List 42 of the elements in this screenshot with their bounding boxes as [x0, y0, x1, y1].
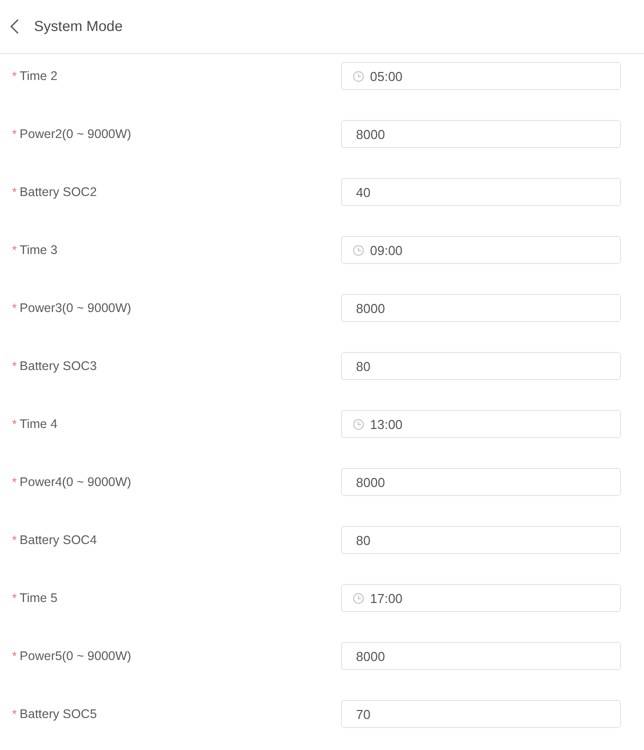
field-label: Time 4	[20, 417, 58, 431]
field-label: Battery SOC2	[20, 185, 97, 199]
field-label: Battery SOC3	[20, 359, 97, 373]
time-input-field[interactable]: 17:00	[341, 584, 621, 612]
field-label: Time 3	[20, 243, 58, 257]
time-input-field[interactable]: 13:00	[341, 410, 621, 438]
required-mark: *	[12, 708, 17, 720]
required-mark: *	[12, 418, 17, 430]
required-mark: *	[12, 302, 17, 314]
number-input-field[interactable]: 8000	[341, 120, 621, 148]
number-input-field[interactable]: 80	[341, 526, 621, 554]
clock-icon	[353, 244, 364, 256]
field-label: Time 2	[20, 69, 58, 83]
required-mark: *	[12, 70, 17, 82]
number-input-field[interactable]: 80	[341, 352, 621, 380]
field-label: Power5(0 ~ 9000W)	[20, 649, 132, 663]
clock-icon	[353, 418, 364, 430]
time-input-field[interactable]: 09:00	[341, 236, 621, 264]
number-input-field[interactable]: 70	[341, 700, 621, 728]
required-mark: *	[12, 476, 17, 488]
time-input-field[interactable]: 05:00	[341, 62, 621, 90]
field-label: Power4(0 ~ 9000W)	[20, 475, 132, 489]
number-input-field[interactable]: 8000	[341, 468, 621, 496]
number-input-field[interactable]: 8000	[341, 294, 621, 322]
field-label: Power2(0 ~ 9000W)	[20, 127, 132, 141]
clock-icon	[353, 70, 364, 82]
required-mark: *	[12, 128, 17, 140]
required-mark: *	[12, 592, 17, 604]
required-mark: *	[12, 360, 17, 372]
page-title: System Mode	[34, 18, 123, 34]
number-input-field[interactable]: 8000	[341, 642, 621, 670]
field-label: Power3(0 ~ 9000W)	[20, 301, 132, 315]
required-mark: *	[12, 534, 17, 546]
clock-icon	[353, 592, 364, 604]
back-icon[interactable]	[10, 19, 19, 34]
field-label: Battery SOC4	[20, 533, 97, 547]
field-label: Battery SOC5	[20, 707, 97, 721]
number-input-field[interactable]: 40	[341, 178, 621, 206]
required-mark: *	[12, 186, 17, 198]
field-label: Time 5	[20, 591, 58, 605]
required-mark: *	[12, 650, 17, 662]
required-mark: *	[12, 244, 17, 256]
